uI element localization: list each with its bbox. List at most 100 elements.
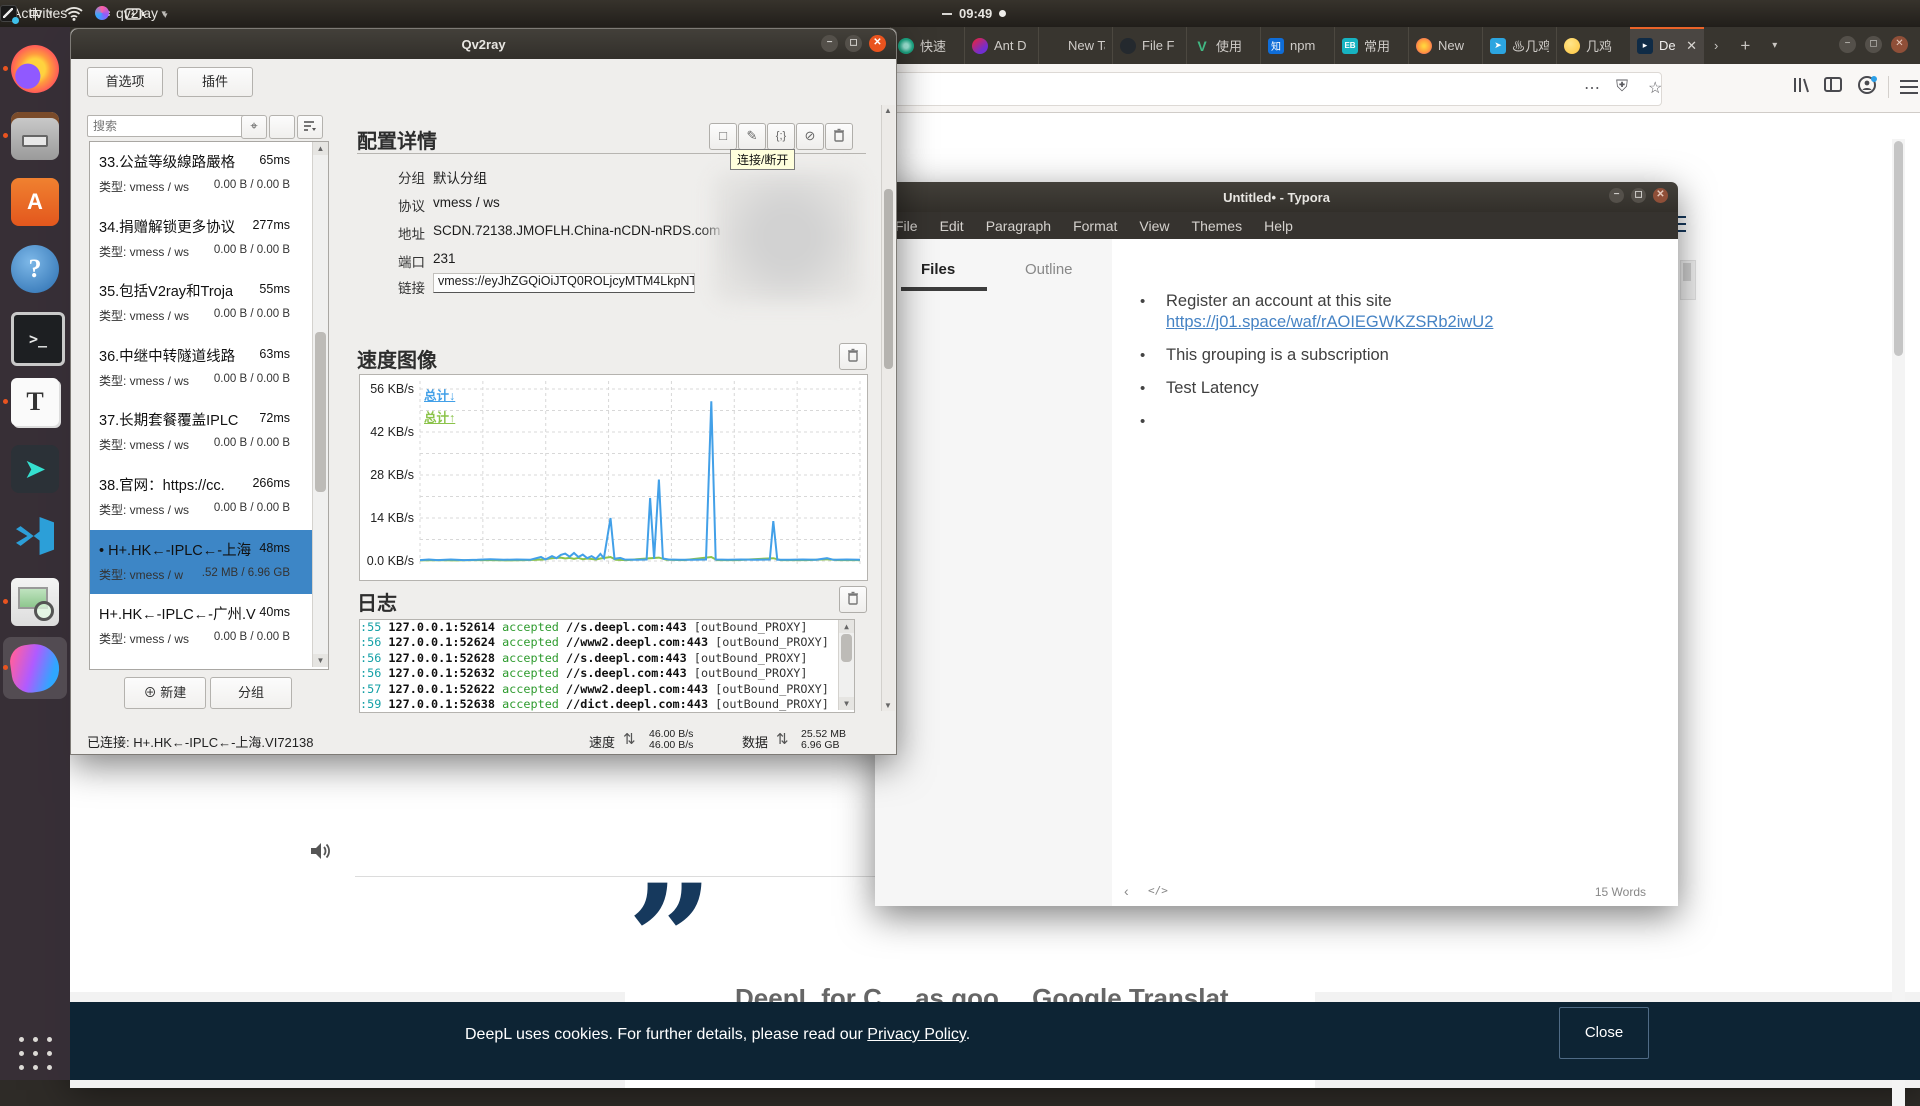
maximize-button[interactable]: ◻ — [1865, 36, 1882, 53]
search-input[interactable] — [87, 115, 247, 137]
scroll-thumb[interactable] — [315, 332, 326, 492]
bookmark-star-icon[interactable]: ☆ — [1648, 78, 1662, 98]
edit-json-button[interactable]: {;} — [767, 123, 795, 150]
server-item[interactable]: H+.HK←-IPLC←-… — [90, 659, 312, 670]
typora-titlebar[interactable]: Untitled• - Typora − ◻ ✕ — [875, 182, 1678, 212]
clear-log-button[interactable] — [839, 586, 867, 613]
scroll-thumb[interactable] — [884, 189, 893, 369]
server-item[interactable]: 33.公益等级線路嚴格65ms类型: vmess / ws0.00 B / 0.… — [90, 142, 312, 206]
bullet-item[interactable]: •Test Latency — [1140, 378, 1640, 399]
typora-editor[interactable]: •Register an account at this sitehttps:/… — [1112, 239, 1678, 878]
tab-files[interactable]: Files — [921, 261, 955, 278]
minimize-button[interactable]: − — [821, 35, 838, 52]
dock-item-vscode-icon[interactable] — [11, 512, 59, 560]
textarea-scrollbar[interactable] — [1680, 260, 1696, 300]
plugins-button[interactable]: 插件 — [177, 67, 253, 97]
close-button[interactable]: ✕ — [1891, 36, 1908, 53]
menu-help[interactable]: Help — [1254, 218, 1303, 234]
log-output[interactable]: ▲ ▼ :55 127.0.0.1:52614 accepted //s.dee… — [359, 619, 855, 713]
tab-outline[interactable]: Outline — [1025, 261, 1073, 278]
server-item-selected[interactable]: • H+.HK←-IPLC←-上海48ms类型: vmess / w.52 MB… — [90, 530, 312, 594]
menu-format[interactable]: Format — [1063, 218, 1127, 234]
server-item[interactable]: 34.捐赠解锁更多协议277ms类型: vmess / ws0.00 B / 0… — [90, 207, 312, 271]
server-item[interactable]: 35.包括V2ray和Troja55ms类型: vmess / ws0.00 B… — [90, 271, 312, 335]
minimize-button[interactable]: − — [1609, 188, 1624, 203]
activities-button[interactable]: Activities — [12, 0, 67, 27]
menu-view[interactable]: View — [1129, 218, 1179, 234]
privacy-policy-link[interactable]: Privacy Policy — [867, 1026, 965, 1043]
scroll-thumb[interactable] — [841, 634, 852, 662]
maximize-button[interactable]: ◻ — [845, 35, 862, 52]
browser-tab-npm[interactable]: 知npm — [1260, 27, 1334, 64]
qv2ray-titlebar[interactable]: Qv2ray − ◻ ✕ — [71, 29, 896, 59]
server-list[interactable]: ▲ ▼ 33.公益等级線路嚴格65ms类型: vmess / ws0.00 B … — [89, 141, 329, 670]
scroll-tabs-right-icon[interactable]: › — [1714, 38, 1718, 53]
close-button[interactable]: ✕ — [869, 35, 886, 52]
scroll-down-arrow[interactable]: ▼ — [313, 654, 328, 667]
latency-test-button[interactable]: ⌖ — [241, 115, 267, 139]
menu-paragraph[interactable]: Paragraph — [976, 218, 1061, 234]
account-icon[interactable] — [1858, 76, 1877, 95]
tab-list-dropdown-icon[interactable]: ▾ — [1772, 40, 1777, 51]
menu-themes[interactable]: Themes — [1182, 218, 1253, 234]
connect-disconnect-button[interactable]: ⊘ — [796, 123, 824, 150]
legend-总计↓[interactable]: 总计↓ — [424, 385, 455, 404]
server-item[interactable]: 38.官网：https://cc.266ms类型: vmess / ws0.00… — [90, 465, 312, 529]
browser-tab-几鸡[interactable]: 几鸡 — [1556, 27, 1630, 64]
browser-tab-使用[interactable]: V使用 — [1186, 27, 1260, 64]
browser-tab-快速[interactable]: 快速 — [890, 27, 964, 64]
blank-button[interactable] — [269, 115, 295, 139]
stop-button[interactable]: □ — [709, 123, 737, 150]
browser-tab-♨几鸡[interactable]: ➤♨几鸡 — [1482, 27, 1556, 64]
bullet-item[interactable]: •This grouping is a subscription — [1140, 345, 1640, 366]
new-config-button[interactable]: ⊕ 新建 — [124, 677, 206, 709]
source-mode-icon[interactable]: </> — [1148, 884, 1168, 897]
log-scrollbar[interactable]: ▲ ▼ — [838, 620, 854, 710]
delete-config-button[interactable] — [825, 123, 853, 150]
menu-edit[interactable]: Edit — [930, 218, 974, 234]
sidebar-icon[interactable] — [1824, 76, 1842, 94]
clock-area[interactable]: 09:49 — [942, 0, 1006, 27]
legend-总计↑[interactable]: 总计↑ — [424, 407, 455, 426]
group-button[interactable]: 分组 — [210, 677, 292, 709]
dock-item-files-icon[interactable] — [11, 112, 59, 160]
wifi-icon[interactable] — [65, 6, 83, 21]
preferences-button[interactable]: 首选项 — [87, 67, 163, 97]
scroll-up-arrow[interactable]: ▲ — [313, 142, 328, 155]
cookie-close-button[interactable]: Close — [1559, 1007, 1649, 1059]
browser-tab-File F[interactable]: File F — [1112, 27, 1186, 64]
server-list-scrollbar[interactable]: ▲ ▼ — [312, 142, 328, 667]
scroll-down-arrow[interactable]: ▼ — [884, 701, 892, 710]
browser-tab-De[interactable]: ▸De✕ — [1630, 27, 1704, 64]
app-menu[interactable]: qv2ray▾ — [95, 0, 168, 27]
listen-speaker-icon[interactable] — [308, 839, 332, 868]
maximize-button[interactable]: ◻ — [1631, 188, 1646, 203]
dock-item-screenshot-tool-icon[interactable] — [11, 578, 59, 626]
browser-tab-New[interactable]: New — [1408, 27, 1482, 64]
server-item[interactable]: H+.HK←-IPLC←-广州.V40ms类型: vmess / ws0.00 … — [90, 594, 312, 658]
library-icon[interactable] — [1792, 76, 1810, 94]
sidebar-toggle-icon[interactable]: ‹ — [1124, 883, 1129, 899]
bullet-item[interactable]: • — [1140, 411, 1640, 432]
close-button[interactable]: ✕ — [1653, 188, 1668, 203]
show-applications-button[interactable] — [17, 1035, 57, 1075]
scroll-up-arrow[interactable]: ▲ — [839, 620, 854, 633]
input-method-icon[interactable] — [0, 5, 17, 22]
scroll-up-arrow[interactable]: ▲ — [884, 106, 892, 115]
sort-button[interactable] — [297, 115, 323, 139]
edit-config-button[interactable]: ✎ — [738, 123, 766, 150]
tab-close-icon[interactable]: ✕ — [1686, 38, 1697, 54]
server-item[interactable]: 36.中继中转隧道线路63ms类型: vmess / ws0.00 B / 0.… — [90, 336, 312, 400]
bullet-item[interactable]: •Register an account at this sitehttps:/… — [1140, 291, 1640, 333]
panel-scrollbar[interactable]: ▲ ▼ — [881, 105, 895, 711]
dock-item-ubuntu-software-icon[interactable]: A — [11, 178, 59, 226]
scroll-down-arrow[interactable]: ▼ — [839, 697, 854, 710]
page-actions-icon[interactable]: ⋯ — [1584, 78, 1600, 98]
pocket-icon[interactable]: ⛨ — [1616, 78, 1628, 96]
server-item[interactable]: 37.长期套餐覆盖IPLC72ms类型: vmess / ws0.00 B / … — [90, 400, 312, 464]
new-tab-button[interactable]: + — [1740, 36, 1750, 56]
dock-item-typora-icon[interactable]: T — [11, 378, 59, 426]
share-link-field[interactable]: vmess://eyJhZGQiOiJTQ0ROLjcyMTM4LkpNT0ZM… — [433, 273, 695, 293]
dock-item-remote-terminal-icon[interactable]: ➤ — [11, 445, 59, 493]
menu-hamburger-icon[interactable] — [1900, 86, 1918, 88]
